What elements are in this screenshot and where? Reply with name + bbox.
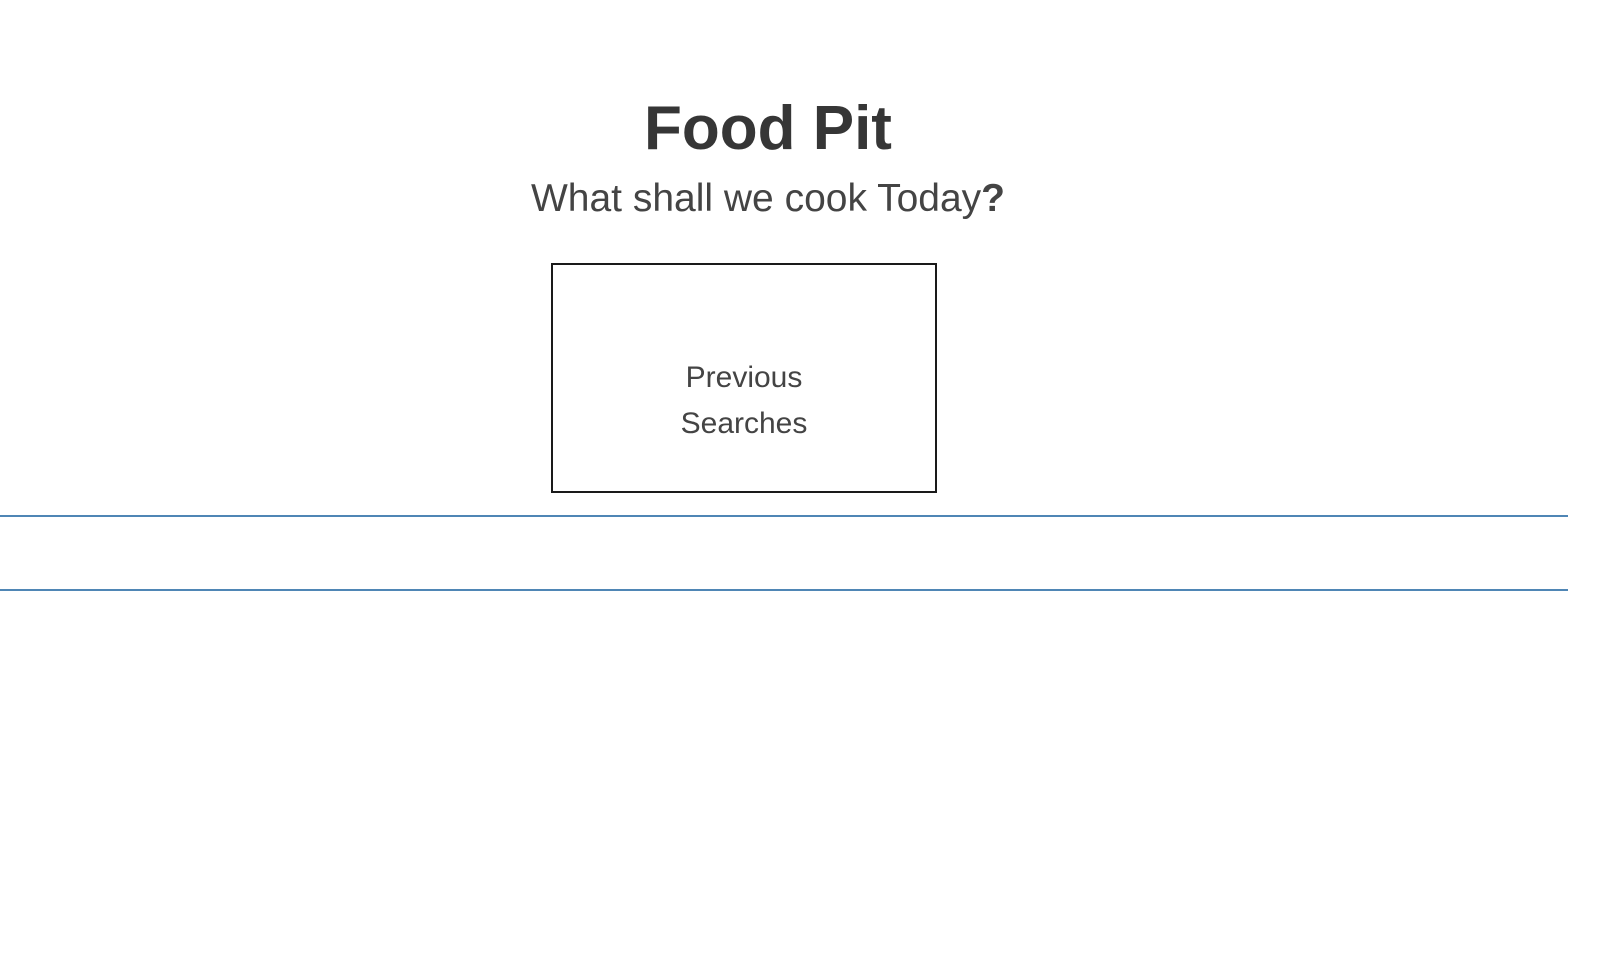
page: Food Pit What shall we cook Today? Previ… <box>0 0 1617 971</box>
previous-searches-button[interactable]: Previous Searches <box>551 263 937 493</box>
results-strip <box>0 515 1568 591</box>
app-title: Food Pit <box>644 94 892 163</box>
previous-searches-label: Previous Searches <box>680 361 808 440</box>
tagline: What shall we cook Today? <box>0 174 1536 224</box>
tagline-question-mark: ? <box>981 177 1005 220</box>
tagline-text: What shall we cook Today <box>530 177 982 220</box>
header: Food Pit What shall we cook Today? <box>0 90 1536 224</box>
